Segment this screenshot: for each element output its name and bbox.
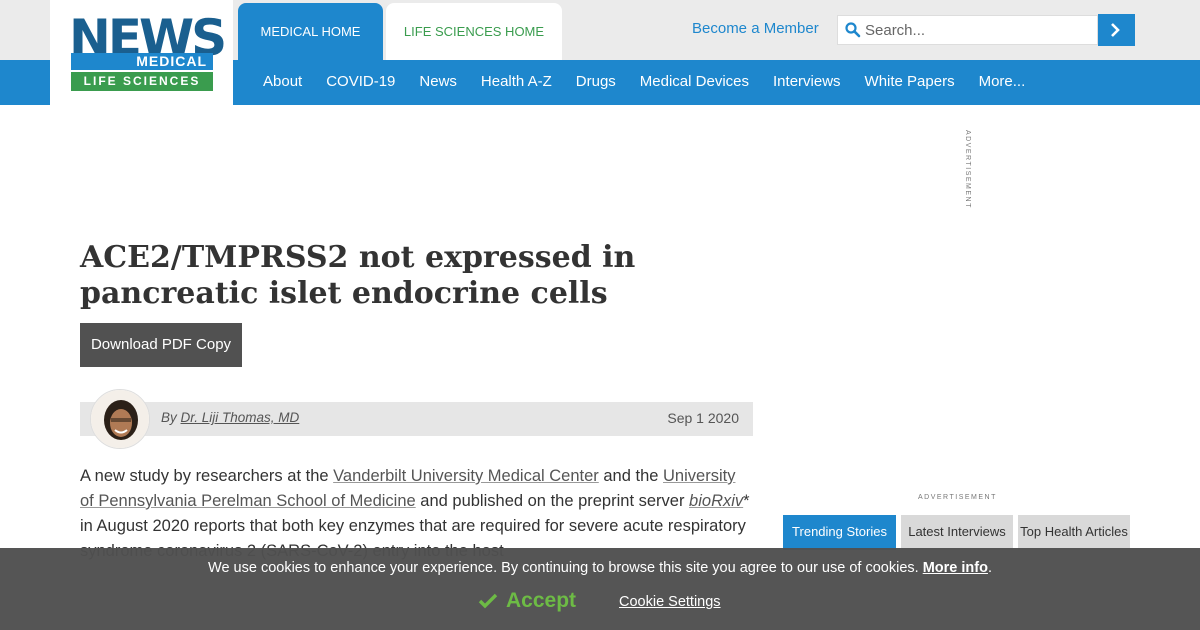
body-text-3: and published on the preprint server xyxy=(415,492,690,510)
advertisement-label: ADVERTISEMENT xyxy=(964,130,971,209)
biorxiv-link[interactable]: bioRxiv xyxy=(689,492,743,510)
byline-prefix: By xyxy=(161,410,177,425)
tab-medical-home[interactable]: MEDICAL HOME xyxy=(238,3,383,60)
search-submit-button[interactable] xyxy=(1098,14,1135,46)
body-text-2: and the xyxy=(598,467,664,485)
nav-item-about[interactable]: About xyxy=(251,60,314,105)
download-pdf-button[interactable]: Download PDF Copy xyxy=(80,323,242,367)
article-title: ACE2/TMPRSS2 not expressed in pancreatic… xyxy=(80,240,636,311)
nav-item-medical-devices[interactable]: Medical Devices xyxy=(628,60,761,105)
main-nav: About COVID-19 News Health A-Z Drugs Med… xyxy=(251,60,1037,105)
checkmark-icon xyxy=(478,593,498,609)
nav-item-drugs[interactable]: Drugs xyxy=(564,60,628,105)
advertisement-label-sidebar: ADVERTISEMENT xyxy=(918,494,997,501)
cookie-message: We use cookies to enhance your experienc… xyxy=(0,560,1200,576)
nav-item-news[interactable]: News xyxy=(407,60,469,105)
author-photo-icon xyxy=(91,390,149,448)
body-text-1: A new study by researchers at the xyxy=(80,467,334,485)
logo-medical-text: MEDICAL xyxy=(71,53,213,70)
tab-life-sciences-home[interactable]: LIFE SCIENCES HOME xyxy=(386,3,562,60)
cookie-message-period: . xyxy=(987,560,992,576)
tab-trending-stories[interactable]: Trending Stories xyxy=(783,515,896,550)
accept-label: Accept xyxy=(506,589,577,612)
search-icon xyxy=(845,22,861,38)
vanderbilt-link[interactable]: Vanderbilt University Medical Center xyxy=(333,467,599,485)
author-avatar[interactable] xyxy=(90,389,150,449)
cookie-message-text: We use cookies to enhance your experienc… xyxy=(208,560,919,576)
publish-date: Sep 1 2020 xyxy=(667,410,739,426)
nav-item-interviews[interactable]: Interviews xyxy=(761,60,853,105)
byline-text: By Dr. Liji Thomas, MD xyxy=(161,410,299,425)
tab-latest-interviews[interactable]: Latest Interviews xyxy=(901,515,1013,550)
nav-item-white-papers[interactable]: White Papers xyxy=(853,60,967,105)
become-member-link[interactable]: Become a Member xyxy=(692,20,819,37)
search-box xyxy=(837,15,1098,45)
nav-item-more[interactable]: More... xyxy=(967,60,1038,105)
logo-life-sciences-text: LIFE SCIENCES xyxy=(71,72,213,91)
tab-top-health-articles[interactable]: Top Health Articles xyxy=(1018,515,1130,550)
page: NEWS MEDICAL LIFE SCIENCES MEDICAL HOME … xyxy=(0,0,1200,630)
cookie-banner: We use cookies to enhance your experienc… xyxy=(0,548,1200,630)
chevron-right-icon xyxy=(1111,23,1120,37)
author-link[interactable]: Dr. Liji Thomas, MD xyxy=(181,410,300,425)
search-input[interactable] xyxy=(865,16,1095,44)
more-info-link[interactable]: More info xyxy=(923,560,988,576)
nav-item-health-a-z[interactable]: Health A-Z xyxy=(469,60,564,105)
nav-item-covid-19[interactable]: COVID-19 xyxy=(314,60,407,105)
site-logo[interactable]: NEWS MEDICAL LIFE SCIENCES xyxy=(50,0,233,105)
cookie-settings-link[interactable]: Cookie Settings xyxy=(619,594,721,610)
accept-button[interactable]: Accept xyxy=(478,586,576,616)
